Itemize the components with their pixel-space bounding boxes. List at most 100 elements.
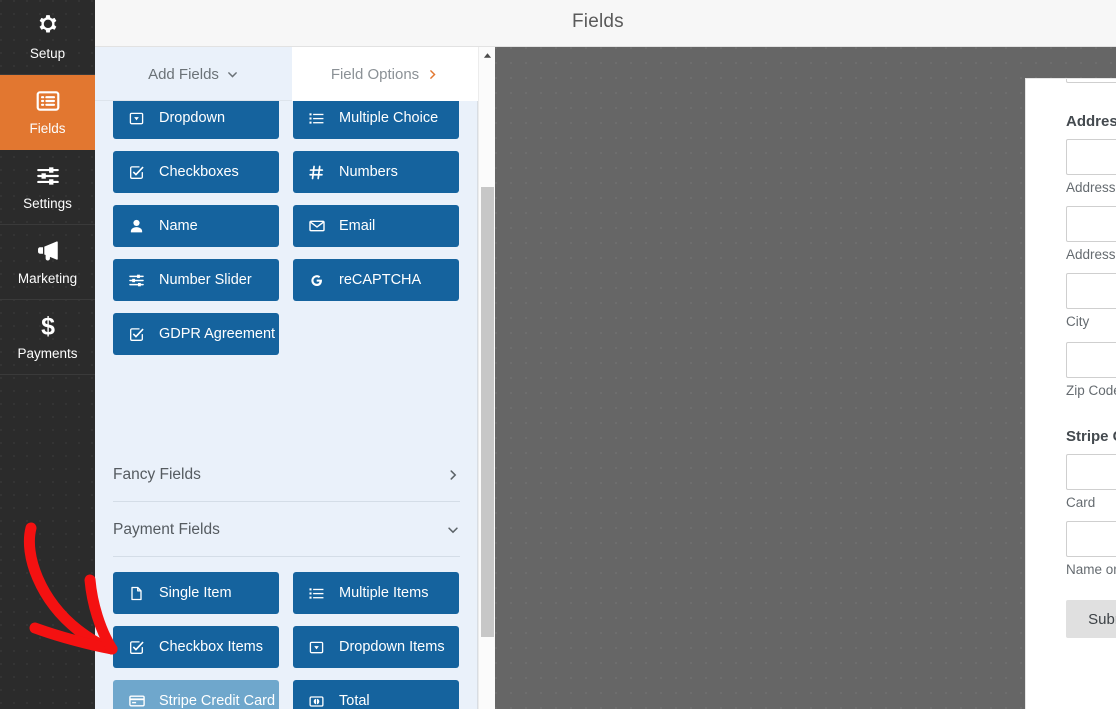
check-square-icon: [129, 640, 148, 655]
zip-code-sublabel: Zip Code: [1066, 383, 1116, 398]
field-button-label: Multiple Choice: [339, 110, 438, 126]
add-payment-field-checkbox-items[interactable]: Checkbox Items: [113, 626, 279, 668]
add-field-numbers[interactable]: Numbers: [293, 151, 459, 193]
zip-code-input[interactable]: [1066, 342, 1116, 378]
payment-fields-grid: Single Item Multiple Items Checkbox Items D…: [113, 572, 460, 709]
add-field-recaptcha[interactable]: reCAPTCHA: [293, 259, 459, 301]
field-button-label: Number Slider: [159, 272, 252, 288]
add-fields-panel: Add Fields Field Options DropdownMultipl: [95, 47, 478, 709]
dropdown-icon: [129, 111, 148, 126]
field-button-label: reCAPTCHA: [339, 272, 421, 288]
sidebar-item-payments[interactable]: $ Payments: [0, 300, 95, 375]
dropdown-icon: [309, 640, 328, 655]
add-payment-field-multiple-items[interactable]: Multiple Items: [293, 572, 459, 614]
sidebar-item-settings[interactable]: Settings: [0, 150, 95, 225]
field-button-label: Email: [339, 218, 375, 234]
add-field-number-slider[interactable]: Number Slider: [113, 259, 279, 301]
field-button-label: Dropdown: [159, 110, 225, 126]
field-button-label: Stripe Credit Card: [159, 693, 275, 709]
name-on-card-input[interactable]: [1066, 521, 1116, 557]
gear-icon: [35, 13, 61, 39]
add-payment-field-dropdown-items[interactable]: Dropdown Items: [293, 626, 459, 668]
tab-label: Field Options: [331, 66, 419, 83]
field-button-label: Single Item: [159, 585, 232, 601]
field-button-label: Checkbox Items: [159, 639, 263, 655]
tab-add-fields[interactable]: Add Fields: [95, 47, 292, 101]
field-label: Stripe Credit Card*: [1066, 428, 1116, 445]
add-field-checkboxes[interactable]: Checkboxes: [113, 151, 279, 193]
add-field-multiple-choice[interactable]: Multiple Choice: [293, 101, 459, 139]
form-field-address: Address Address Line 1 Address Line 2 Ci…: [1066, 113, 1116, 398]
field-label-text: Stripe Credit Card: [1066, 428, 1116, 445]
total-icon: [309, 694, 328, 709]
list-icon: [35, 88, 61, 114]
address-line-1-sublabel: Address Line 1: [1066, 180, 1116, 195]
section-fancy-fields[interactable]: Fancy Fields: [113, 448, 460, 502]
google-g-icon: [309, 273, 328, 288]
chevron-right-icon: [426, 68, 439, 81]
add-field-name[interactable]: Name: [113, 205, 279, 247]
field-button-label: Name: [159, 218, 198, 234]
sidebar-item-label: Setup: [30, 46, 65, 61]
section-label: Fancy Fields: [113, 466, 201, 484]
city-input[interactable]: [1066, 273, 1116, 309]
sidebar-item-fields[interactable]: Fields: [0, 75, 95, 150]
panel-scroll-region: Dropdown Multiple Choice Checkboxes Numbers…: [95, 101, 478, 709]
user-icon: [129, 219, 148, 234]
field-button-label: GDPR Agreement: [159, 326, 275, 342]
svg-text:$: $: [41, 313, 55, 339]
sidebar-item-marketing[interactable]: Marketing: [0, 225, 95, 300]
standard-fields-grid: Dropdown Multiple Choice Checkboxes Numbers…: [113, 101, 460, 355]
add-field-gdpr-agreement[interactable]: GDPR Agreement: [113, 313, 279, 355]
field-label: Address: [1066, 113, 1116, 130]
field-button-label: Numbers: [339, 164, 398, 180]
envelope-icon: [309, 218, 328, 234]
check-square-icon: [129, 327, 148, 342]
address-line-2-sublabel: Address Line 2: [1066, 247, 1116, 262]
primary-sidebar: Setup Fields: [0, 0, 95, 709]
address-line-2-input[interactable]: [1066, 206, 1116, 242]
add-field-dropdown[interactable]: Dropdown: [113, 101, 279, 139]
check-square-icon: [129, 165, 148, 180]
scroll-up-arrow-icon[interactable]: [479, 47, 496, 64]
sliders-icon: [35, 163, 61, 189]
sidebar-item-label: Payments: [17, 346, 77, 361]
sidebar-item-label: Fields: [29, 121, 65, 136]
page-title: Fields: [572, 11, 624, 33]
add-field-email[interactable]: Email: [293, 205, 459, 247]
panel-scrollbar[interactable]: [478, 47, 495, 709]
field-button-label: Checkboxes: [159, 164, 239, 180]
dollar-icon: $: [35, 313, 61, 339]
list-ul-icon: [309, 111, 328, 126]
list-ul-icon: [309, 586, 328, 601]
sliders-icon: [129, 273, 148, 288]
add-payment-field-stripe-credit-card[interactable]: Stripe Credit Card: [113, 680, 279, 709]
file-icon: [129, 586, 148, 601]
tab-label: Add Fields: [148, 66, 219, 83]
add-payment-field-total[interactable]: Total: [293, 680, 459, 709]
form-fields-container: Address Address Line 1 Address Line 2 Ci…: [1066, 78, 1116, 638]
field-button-label: Multiple Items: [339, 585, 428, 601]
megaphone-icon: [35, 238, 61, 264]
card-input[interactable]: [1066, 454, 1116, 490]
sidebar-item-label: Settings: [23, 196, 72, 211]
field-button-label: Total: [339, 693, 370, 709]
scrollbar-thumb[interactable]: [481, 187, 494, 637]
top-header-bar: Fields: [0, 0, 1116, 47]
form-preview-card: Address Address Line 1 Address Line 2 Ci…: [1025, 78, 1116, 709]
credit-card-icon: [129, 693, 148, 709]
name-on-card-sublabel: Name on Card: [1066, 562, 1116, 577]
card-sublabel: Card: [1066, 495, 1116, 510]
app-window: Fields Setup: [0, 0, 1116, 709]
panel-tabs: Add Fields Field Options: [95, 47, 478, 101]
add-payment-field-single-item[interactable]: Single Item: [113, 572, 279, 614]
form-field-stripe-credit-card: Stripe Credit Card* Card Name on Card: [1066, 428, 1116, 577]
field-button-label: Dropdown Items: [339, 639, 445, 655]
sidebar-item-setup[interactable]: Setup: [0, 0, 95, 75]
submit-button[interactable]: Submit: [1066, 600, 1116, 638]
address-line-1-input[interactable]: [1066, 139, 1116, 175]
chevron-right-icon: [446, 468, 460, 482]
section-payment-fields[interactable]: Payment Fields: [113, 503, 460, 557]
city-sublabel: City: [1066, 314, 1116, 329]
tab-field-options[interactable]: Field Options: [292, 47, 478, 101]
